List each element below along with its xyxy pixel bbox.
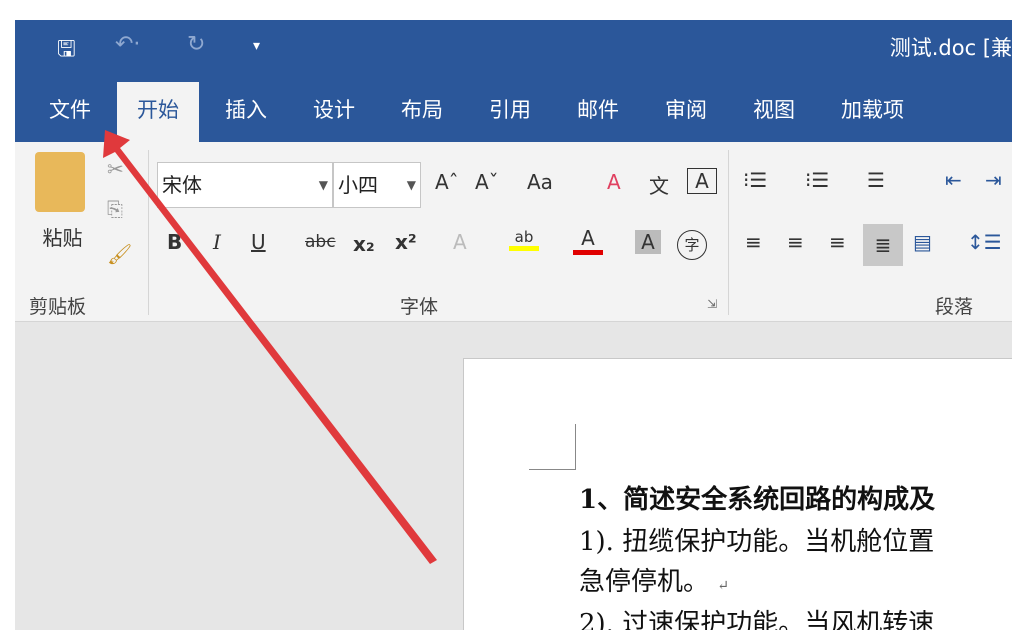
tab-insert[interactable]: 插入 xyxy=(205,82,287,142)
chevron-down-icon: ▼ xyxy=(407,163,416,207)
document-title: 测试.doc [兼 xyxy=(890,32,1012,62)
text-effects-button[interactable]: A xyxy=(453,230,467,254)
shrink-font-button[interactable]: Aˇ xyxy=(475,170,499,194)
change-case-button[interactable]: Aa xyxy=(527,170,553,194)
tab-layout[interactable]: 布局 xyxy=(381,82,463,142)
grow-font-button[interactable]: Aˆ xyxy=(435,170,459,194)
body-line-text: 急停停机。 xyxy=(579,567,709,597)
separator xyxy=(728,150,729,315)
paste-button[interactable]: 粘贴 xyxy=(35,222,90,251)
char-border-button[interactable]: A xyxy=(687,168,717,194)
font-group-label: 字体 xyxy=(400,292,438,319)
align-right-button[interactable]: ≡ xyxy=(829,230,846,254)
enclose-char-button[interactable]: 字 xyxy=(677,230,707,260)
underline-button[interactable]: U xyxy=(251,230,266,254)
paragraph-group-label: 段落 xyxy=(935,292,973,319)
phonetic-guide-button[interactable]: 文 xyxy=(649,170,669,199)
format-painter-icon[interactable]: 🖌 xyxy=(107,242,132,266)
tab-file[interactable]: 文件 xyxy=(15,82,111,142)
italic-button[interactable]: I xyxy=(213,230,221,254)
tab-references[interactable]: 引用 xyxy=(469,82,551,142)
ribbon: 粘贴 ✂ ⎘ 🖌 剪贴板 宋体▼ 小四▼ Aˆ Aˇ Aa A 文 A B I … xyxy=(15,142,1012,322)
customize-toolbar-icon[interactable]: ▾ xyxy=(253,38,260,54)
ribbon-tabs: 文件 开始 插入 设计 布局 引用 邮件 审阅 视图 加载项 xyxy=(15,82,1012,142)
bold-button[interactable]: B xyxy=(167,230,182,254)
separator xyxy=(148,150,149,315)
font-color-button[interactable]: A xyxy=(573,226,603,255)
tab-view[interactable]: 视图 xyxy=(733,82,815,142)
heading-line: 1、简述安全系统回路的构成及 xyxy=(579,479,935,516)
paragraph-mark: ↵ xyxy=(717,578,729,594)
body-line: 2). 过速保护功能。当风机转速 xyxy=(579,603,934,630)
distributed-button[interactable]: ▤ xyxy=(913,230,932,254)
title-bar: 🖫 ↶· ↻ ▾ 测试.doc [兼 xyxy=(15,20,1012,82)
font-size-select[interactable]: 小四 ▼ xyxy=(333,162,421,208)
justify-button[interactable]: ≣ xyxy=(863,224,903,266)
save-icon[interactable]: 🖫 xyxy=(57,32,76,70)
font-size-value: 小四 xyxy=(338,173,378,197)
align-center-button[interactable]: ≡ xyxy=(787,230,804,254)
tab-addins[interactable]: 加载项 xyxy=(821,82,924,142)
body-line: 急停停机。 ↵ xyxy=(579,561,729,598)
numbering-button[interactable]: ⁝☰ xyxy=(805,168,829,192)
font-dialog-launcher-icon[interactable]: ⇲ xyxy=(707,297,717,311)
clipboard-group-label: 剪贴板 xyxy=(29,292,86,319)
line-spacing-button[interactable]: ↕☰ xyxy=(967,230,1002,254)
font-name-value: 宋体 xyxy=(162,173,202,197)
copy-icon[interactable]: ⎘ xyxy=(107,197,123,221)
margin-corner-mark xyxy=(529,424,576,470)
increase-indent-button[interactable]: ⇥ xyxy=(985,168,1002,192)
tab-home[interactable]: 开始 xyxy=(117,82,199,142)
tab-review[interactable]: 审阅 xyxy=(645,82,727,142)
tab-design[interactable]: 设计 xyxy=(293,82,375,142)
undo-icon[interactable]: ↶· xyxy=(115,32,140,57)
redo-icon[interactable]: ↻ xyxy=(187,32,205,57)
strikethrough-button[interactable]: abc xyxy=(305,232,336,252)
body-line: 1). 扭缆保护功能。当机舱位置 xyxy=(579,521,934,558)
align-left-button[interactable]: ≡ xyxy=(745,230,762,254)
chevron-down-icon: ▼ xyxy=(319,163,328,207)
superscript-button[interactable]: x² xyxy=(395,230,417,254)
cut-icon[interactable]: ✂ xyxy=(107,157,124,181)
font-name-select[interactable]: 宋体 ▼ xyxy=(157,162,333,208)
word-window: 🖫 ↶· ↻ ▾ 测试.doc [兼 文件 开始 插入 设计 布局 引用 邮件 … xyxy=(15,20,1012,630)
bullets-button[interactable]: ⁝☰ xyxy=(743,168,767,192)
multilevel-list-button[interactable]: ☰ xyxy=(867,168,885,192)
clear-format-button[interactable]: A xyxy=(607,170,621,194)
decrease-indent-button[interactable]: ⇤ xyxy=(945,168,962,192)
highlight-button[interactable]: ab xyxy=(509,228,539,251)
document-page[interactable]: 1、简述安全系统回路的构成及 1). 扭缆保护功能。当机舱位置 急停停机。 ↵ … xyxy=(463,358,1012,630)
clipboard-icon[interactable] xyxy=(35,152,85,212)
tab-mailings[interactable]: 邮件 xyxy=(557,82,639,142)
char-shading-button[interactable]: A xyxy=(635,230,661,254)
subscript-button[interactable]: x₂ xyxy=(353,232,375,256)
